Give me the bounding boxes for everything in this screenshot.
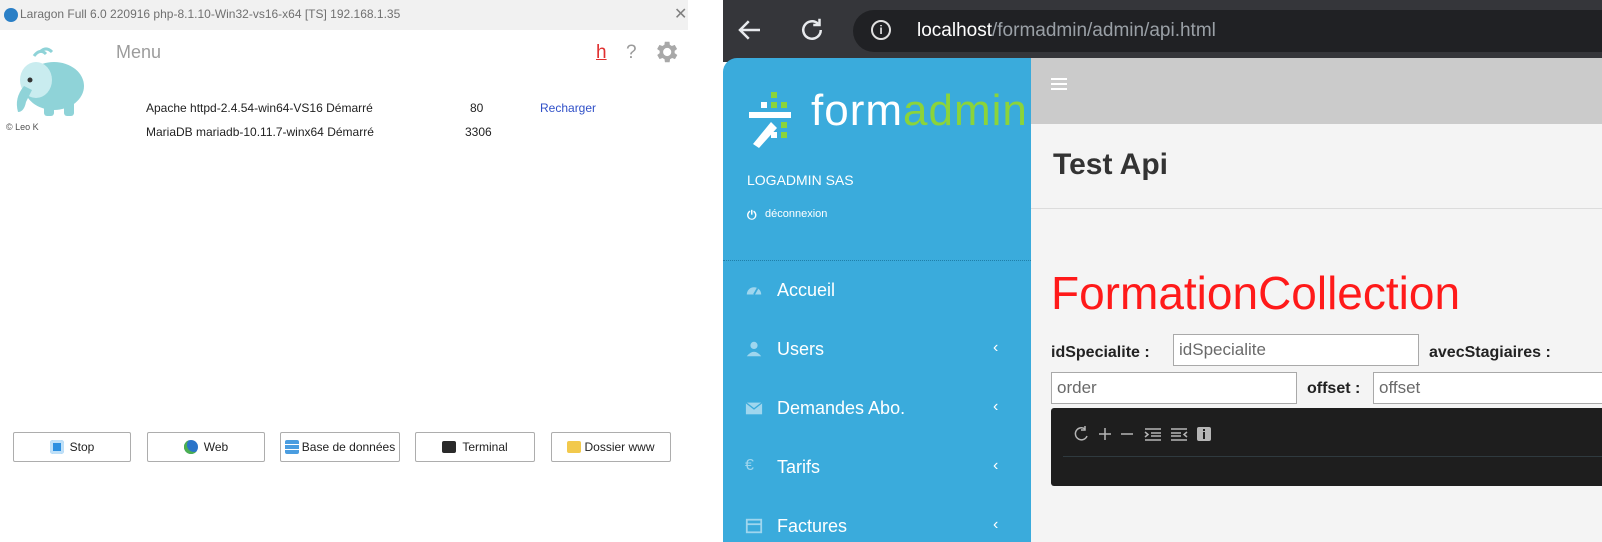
idspecialite-input[interactable]	[1173, 334, 1419, 366]
idspecialite-label: idSpecialite :	[1051, 344, 1150, 361]
apache-reload-link[interactable]: Recharger	[540, 101, 596, 115]
gear-icon[interactable]	[652, 38, 680, 66]
database-button-label: Base de données	[301, 440, 396, 454]
editor-separator	[1063, 456, 1602, 457]
www-folder-button[interactable]: Dossier www	[551, 432, 671, 462]
avecstagiaires-label: avecStagiaires :	[1429, 344, 1551, 361]
back-arrow-icon[interactable]	[735, 15, 765, 45]
collection-title: FormationCollection	[1051, 267, 1461, 319]
expand-icon[interactable]	[1099, 428, 1111, 440]
outdent-icon[interactable]	[1171, 428, 1188, 441]
brand-name: formadmin	[811, 86, 1028, 136]
elephant-logo	[16, 47, 84, 116]
power-icon[interactable]: ⏻	[747, 208, 757, 223]
browser-window: i localhost/formadmin/admin/api.html for…	[723, 0, 1602, 542]
web-button-label: Web	[203, 440, 229, 454]
app-top-bar	[1031, 58, 1602, 124]
laragon-title-bar: Laragon Full 6.0 220916 php-8.1.10-Win32…	[0, 0, 688, 30]
sidebar-item-factures[interactable]: Factures ‹	[723, 506, 1031, 542]
laragon-window: Laragon Full 6.0 220916 php-8.1.10-Win32…	[0, 0, 688, 542]
sidebar-item-label: Accueil	[777, 280, 836, 300]
sidebar-divider	[723, 260, 1031, 261]
envelope-icon	[745, 402, 763, 415]
help-icon[interactable]: ?	[626, 42, 637, 64]
hamburger-menu-icon[interactable]	[1051, 78, 1067, 90]
sidebar-item-accueil[interactable]: Accueil	[723, 270, 1031, 310]
url-text[interactable]: localhost/formadmin/admin/api.html	[917, 20, 1216, 42]
laragon-title: Laragon Full 6.0 220916 php-8.1.10-Win32…	[20, 7, 401, 21]
terminal-button-label: Terminal	[462, 440, 508, 454]
globe-icon	[183, 440, 198, 454]
database-button[interactable]: Base de données	[280, 432, 400, 462]
url-path: /formadmin/admin/api.html	[992, 20, 1216, 41]
browser-toolbar: i localhost/formadmin/admin/api.html	[723, 0, 1602, 62]
stop-icon	[49, 440, 64, 454]
title-divider	[1031, 208, 1602, 209]
mariadb-service-name: MariaDB mariadb-10.11.7-winx64 Démarré	[146, 125, 374, 139]
close-icon[interactable]: ✕	[674, 4, 687, 24]
stop-button[interactable]: Stop	[13, 432, 131, 462]
sidebar-item-demandes-abo[interactable]: Demandes Abo. ‹	[723, 388, 1031, 428]
logout-link[interactable]: déconnexion	[765, 208, 827, 220]
sidebar-item-label: Demandes Abo.	[777, 398, 906, 418]
stop-button-label: Stop	[69, 440, 95, 454]
folder-icon	[567, 441, 582, 453]
chevron-left-icon: ‹	[993, 398, 999, 415]
web-button[interactable]: Web	[147, 432, 265, 462]
brand-prefix: form	[811, 86, 903, 135]
chevron-left-icon: ‹	[993, 516, 999, 533]
chevron-left-icon: ‹	[993, 457, 999, 474]
chevron-left-icon: ‹	[993, 339, 999, 356]
sidebar-item-label: Factures	[777, 516, 848, 536]
apache-service-name: Apache httpd-2.4.54-win64-VS16 Démarré	[146, 101, 373, 115]
euro-icon: €	[745, 457, 754, 474]
menu-link[interactable]: Menu	[116, 42, 161, 63]
user-icon	[746, 341, 762, 357]
editor-toolbar	[1074, 426, 1211, 441]
laragon-app-icon	[4, 8, 18, 22]
main-content: Test Api FormationCollection idSpecialit…	[1031, 124, 1602, 542]
url-host: localhost	[917, 20, 992, 41]
sidebar-item-label: Users	[777, 339, 825, 359]
sidebar-item-tarifs[interactable]: € Tarifs ‹	[723, 447, 1031, 487]
brand-suffix: admin	[903, 86, 1028, 135]
order-input[interactable]	[1051, 372, 1297, 404]
sidebar: formadmin LOGADMIN SAS ⏻ déconnexion Acc…	[723, 58, 1031, 542]
terminal-button[interactable]: Terminal	[415, 432, 535, 462]
dashboard-icon	[746, 287, 762, 295]
www-folder-button-label: Dossier www	[584, 440, 655, 454]
sidebar-item-users[interactable]: Users ‹	[723, 329, 1031, 369]
h-link[interactable]: h	[596, 42, 607, 64]
page-title: Test Api	[1053, 148, 1169, 181]
copyright-text: © Leo K	[6, 122, 39, 132]
sidebar-item-label: Tarifs	[777, 457, 821, 477]
json-editor[interactable]	[1051, 408, 1602, 486]
info-icon[interactable]	[1197, 427, 1211, 441]
offset-label: offset :	[1307, 380, 1361, 397]
formadmin-logo-icon	[749, 92, 791, 148]
indent-icon[interactable]	[1144, 428, 1161, 441]
apache-port: 80	[470, 101, 484, 115]
refresh-icon[interactable]	[1074, 426, 1088, 441]
database-icon	[284, 440, 299, 454]
invoice-icon	[745, 518, 763, 534]
terminal-icon	[442, 441, 457, 453]
site-info-icon[interactable]: i	[871, 20, 891, 40]
company-name: LOGADMIN SAS	[747, 172, 854, 188]
mariadb-port: 3306	[465, 125, 492, 139]
offset-input[interactable]	[1373, 372, 1602, 404]
reload-icon[interactable]	[797, 15, 827, 45]
